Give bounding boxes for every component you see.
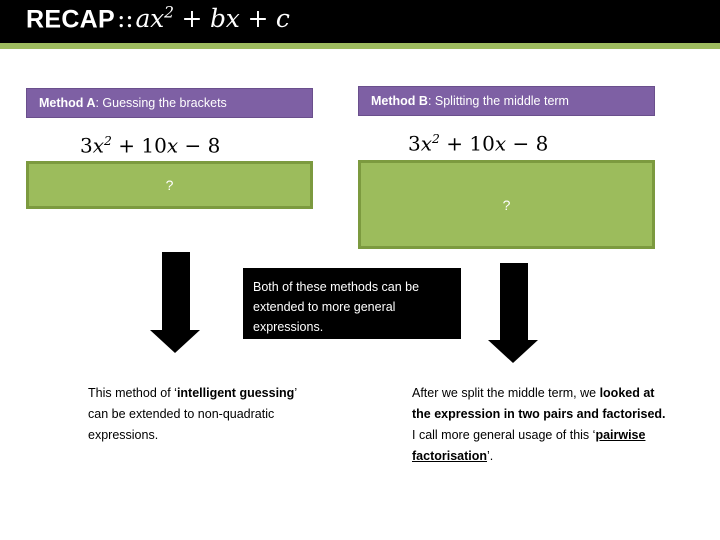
method-a-expr-exponent: 2 [104, 133, 112, 148]
method-a-answer-placeholder: ? [165, 177, 174, 193]
arrow-head [488, 340, 538, 363]
method-a-heading-strong: Method A [39, 96, 96, 110]
page-title-expr-exponent: 2 [164, 4, 174, 22]
method-b-note-part3: ’. [487, 449, 494, 463]
method-b-note-part1: After we split the middle term, we [412, 386, 600, 400]
arrow-shaft [162, 252, 190, 331]
method-a-expr-middle: + 10 [111, 133, 167, 158]
page-title-expr-rest: + bx + c [173, 4, 290, 34]
method-a-expr-variable-2: x [166, 133, 179, 158]
method-a-heading: Method A: Guessing the brackets [26, 88, 313, 118]
down-arrow-icon-method-b [488, 263, 538, 363]
method-b-expr-middle: + 10 [439, 131, 495, 156]
method-a-note-bold: intelligent guessing [176, 386, 295, 400]
method-b-heading-rest: : Splitting the middle term [427, 94, 569, 108]
method-a-note-part1: This method of ‘ [88, 386, 177, 400]
method-b-answer-box[interactable]: ? [358, 160, 655, 249]
method-a-summary-note: This method of ‘intelligent guessing’ ca… [88, 383, 313, 446]
method-b-summary-note: After we split the middle term, we looke… [412, 383, 674, 467]
method-a-heading-rest: : Guessing the brackets [95, 96, 227, 110]
method-b-expression: 3x2 + 10x − 8 [408, 131, 548, 156]
method-a-expr-tail: − 8 [178, 133, 221, 158]
method-a-expr-variable: x [92, 133, 105, 158]
central-callout-text: Both of these methods can be extended to… [253, 280, 420, 334]
method-b-heading-strong: Method B [371, 94, 428, 108]
arrow-head [150, 330, 200, 353]
method-b-answer-placeholder: ? [502, 196, 511, 213]
page-title-expr-base: ax [135, 4, 165, 34]
page-title-recap: RECAP [26, 5, 116, 34]
method-a-answer-box[interactable]: ? [26, 161, 313, 209]
method-b-expr-tail: − 8 [506, 131, 549, 156]
down-arrow-icon-method-a [150, 252, 200, 353]
header-accent-stripe [0, 43, 720, 49]
method-b-expr-variable-2: x [494, 131, 507, 156]
method-b-heading: Method B: Splitting the middle term [358, 86, 655, 116]
page-title-separator: :: [117, 4, 134, 34]
arrow-shaft [500, 263, 528, 341]
page-title-expression: ax2 + bx + c [135, 4, 289, 33]
method-b-expr-exponent: 2 [432, 131, 440, 146]
method-a-expression: 3x2 + 10x − 8 [80, 133, 220, 158]
method-a-expr-coefficient: 3 [80, 133, 93, 158]
method-b-expr-coefficient: 3 [408, 131, 421, 156]
central-callout-note: Both of these methods can be extended to… [243, 268, 461, 339]
method-b-expr-variable: x [420, 131, 433, 156]
method-b-note-part2: I call more general usage of this ‘ [412, 428, 596, 442]
page-title: RECAP::ax2 + bx + c [26, 4, 290, 34]
